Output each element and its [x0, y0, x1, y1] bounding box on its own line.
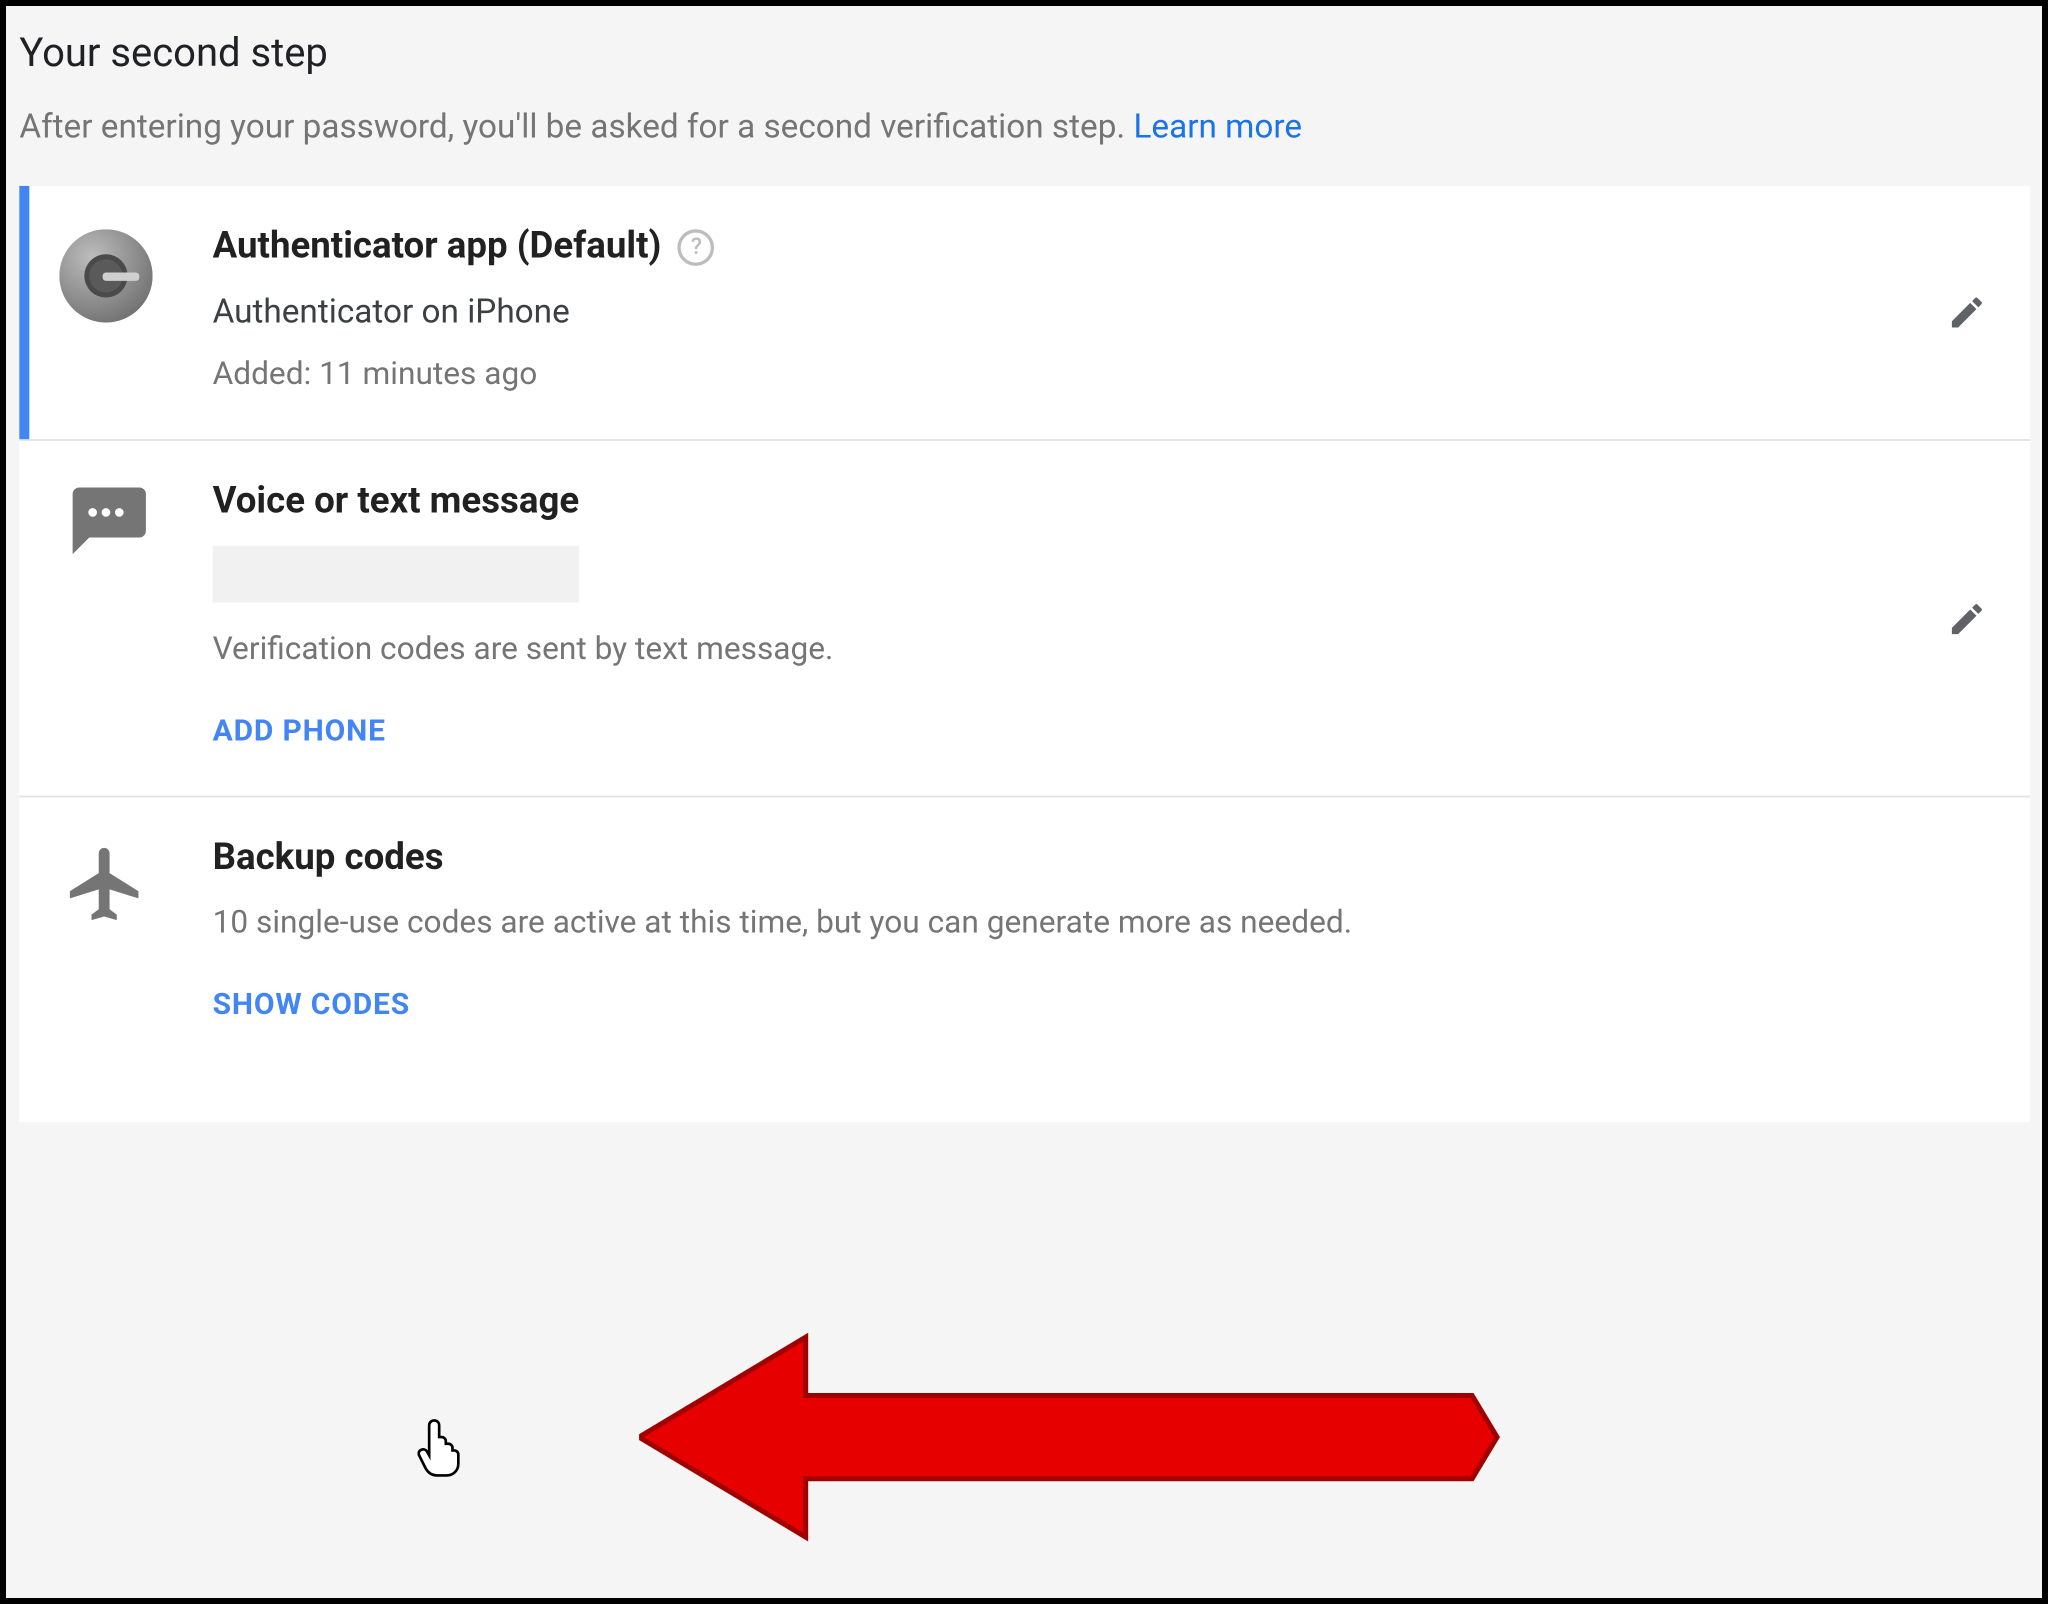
backup-title: Backup codes: [213, 837, 1991, 879]
pencil-icon: [1947, 598, 1987, 638]
authenticator-added: Added: 11 minutes ago: [213, 354, 1991, 392]
section-header: Your second step After entering your pas…: [6, 6, 2044, 186]
edit-sms-button[interactable]: [1937, 588, 1997, 648]
show-codes-button[interactable]: SHOW CODES: [213, 987, 410, 1022]
authenticator-row: Authenticator app (Default) ? Authentica…: [19, 186, 2030, 441]
redacted-phone: [213, 546, 580, 603]
authenticator-device: Authenticator on iPhone: [213, 291, 1991, 331]
authenticator-icon: [59, 226, 152, 323]
section-title: Your second step: [19, 29, 2030, 76]
backup-description: 10 single-use codes are active at this t…: [213, 902, 1991, 940]
sms-row: Voice or text message Verification codes…: [19, 441, 2030, 798]
cursor-icon: [418, 1417, 468, 1477]
sms-description: Verification codes are sent by text mess…: [213, 629, 1991, 667]
section-subtitle: After entering your password, you'll be …: [19, 106, 2030, 146]
sms-icon: [59, 481, 152, 558]
add-phone-button[interactable]: ADD PHONE: [213, 714, 386, 749]
annotation-arrow: [639, 1329, 1505, 1546]
pencil-icon: [1947, 293, 1987, 333]
second-step-card: Authenticator app (Default) ? Authentica…: [19, 186, 2030, 1122]
learn-more-link[interactable]: Learn more: [1133, 106, 1302, 146]
edit-authenticator-button[interactable]: [1937, 283, 1997, 343]
airplane-icon: [59, 837, 152, 927]
help-icon[interactable]: ?: [678, 228, 715, 265]
backup-codes-row: Backup codes 10 single-use codes are act…: [19, 797, 2030, 1122]
authenticator-title: Authenticator app (Default) ?: [213, 226, 1991, 268]
sms-title: Voice or text message: [213, 481, 1991, 523]
